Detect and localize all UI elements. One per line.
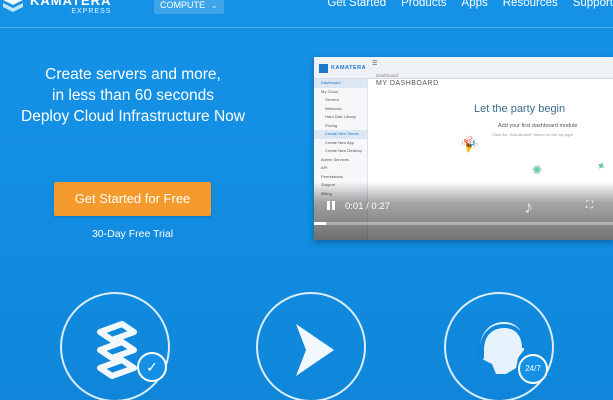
compute-label: COMPUTE — [160, 0, 205, 10]
video-controls: 0:01 / 0:27 ♪ ⛶ — [314, 182, 613, 240]
video-sidebar-item: Admin Services — [321, 156, 349, 162]
video-sidebar-item: Servers — [325, 97, 339, 102]
arrow-icon — [296, 324, 334, 376]
main-nav: Get Started Products Apps Resources Supp… — [327, 0, 613, 9]
confetti-icon: 🎉 — [459, 133, 480, 155]
video-sidebar-item: API — [321, 165, 328, 170]
video-headline: Let the party begin — [474, 103, 566, 115]
video-sidebar-item: My Cloud — [321, 88, 338, 94]
feature-circle-support — [444, 292, 554, 400]
video-time: 0:01 / 0:27 — [345, 201, 390, 212]
hero-headline: Create servers and more, in less than 60… — [0, 64, 266, 127]
video-dashboard-title: MY DASHBOARD — [376, 80, 439, 87]
video-app-logo: KAMATERA — [319, 61, 369, 75]
video-sidebar-item: Networks — [325, 105, 342, 111]
pause-icon[interactable] — [325, 200, 337, 212]
brand-sub: EXPRESS — [71, 8, 112, 15]
party-popper-icon: ✦ — [593, 157, 609, 175]
hero-line-3: Deploy Cloud Infrastructure Now — [21, 108, 245, 125]
chevron-down-icon: ⌄ — [210, 0, 218, 10]
brand-logo[interactable]: KAMATERA EXPRESS — [2, 0, 111, 16]
top-navigation: KAMATERA EXPRESS COMPUTE ⌄ Get Started P… — [0, 0, 613, 28]
hamburger-icon: ☰ — [372, 61, 378, 67]
fullscreen-icon[interactable]: ⛶ — [586, 200, 593, 211]
trial-label: 30-Day Free Trial — [91, 228, 174, 240]
video-sidebar-item: Hard Disk Library — [325, 114, 356, 119]
video-subline: Add your first dashboard module — [498, 123, 578, 129]
nav-get-started[interactable]: Get Started — [327, 0, 386, 9]
stack-icon — [97, 321, 137, 379]
nav-apps[interactable]: Apps — [462, 0, 488, 9]
nav-support[interactable]: Support — [573, 0, 613, 9]
compute-dropdown[interactable]: COMPUTE ⌄ — [154, 0, 224, 14]
brand-name: KAMATERA — [30, 0, 112, 8]
hero-line-1: Create servers and more, — [45, 66, 221, 83]
video-progress-fill — [314, 222, 326, 225]
video-breadcrumb: Dashboard — [376, 73, 399, 78]
video-sidebar-item: Create New App — [325, 139, 355, 145]
disco-ball-icon: ✺ — [532, 163, 543, 177]
video-app-brand: KAMATERA — [331, 65, 367, 71]
video-hint: Click the "Add Module" button on the top… — [492, 132, 573, 137]
headset-icon — [476, 322, 526, 374]
nav-resources[interactable]: Resources — [503, 0, 558, 9]
video-sidebar-item: Dashboard — [314, 79, 367, 88]
support-hours-badge: 24/7 — [518, 354, 548, 384]
video-progress-bar[interactable] — [314, 222, 613, 225]
video-app-header: KAMATERA ☰ — [314, 57, 613, 79]
get-started-button[interactable]: Get Started for Free — [54, 182, 211, 216]
video-sidebar-item: Create New Desktop — [325, 148, 362, 153]
nav-products[interactable]: Products — [401, 0, 446, 9]
check-badge: ✓ — [137, 352, 167, 382]
feature-circle-speed — [256, 292, 366, 400]
kamatera-logo-icon — [2, 0, 24, 16]
dancers-icon: ♪ — [524, 197, 533, 217]
video-sidebar-item: Pricing — [325, 122, 338, 128]
video-sidebar-item: Create New Server — [314, 130, 367, 139]
hero-line-2: in less than 60 seconds — [52, 87, 214, 104]
video-sidebar-item: Permissions — [321, 173, 343, 179]
demo-video[interactable]: KAMATERA ☰ Dashboard My Cloud Servers Ne… — [314, 57, 613, 240]
feature-circle-servers — [60, 292, 170, 400]
